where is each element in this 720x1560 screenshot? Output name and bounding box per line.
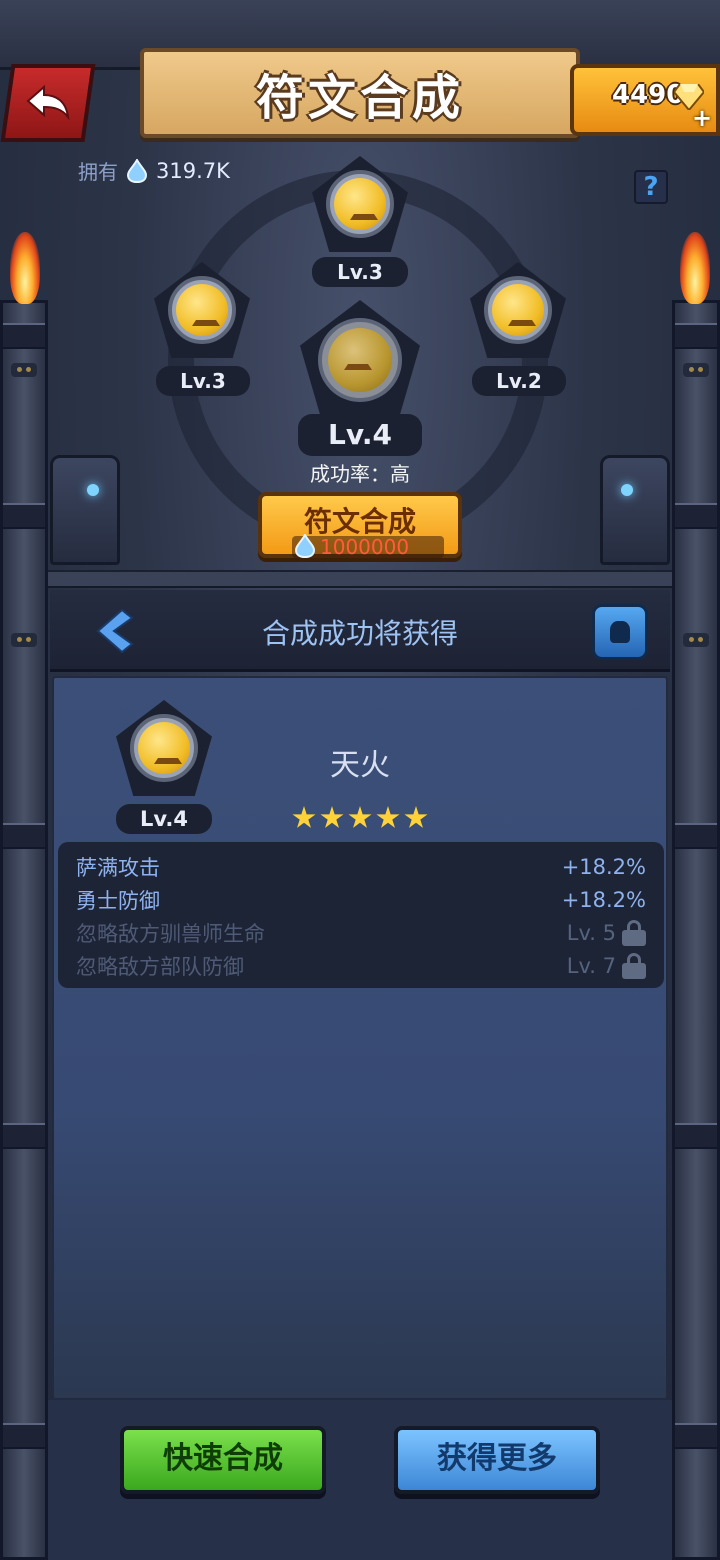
lock-icon xyxy=(622,952,646,979)
right-pillar xyxy=(672,300,720,1560)
rune-icon xyxy=(176,284,228,336)
back-button[interactable] xyxy=(0,64,96,142)
star-icon xyxy=(348,806,372,828)
star-icon xyxy=(320,806,344,828)
reward-panel-header: 合成成功将获得 xyxy=(50,590,670,672)
attribute-name: 勇士防御 xyxy=(76,888,160,913)
flame-icon xyxy=(680,232,710,304)
rune-compose-screen: 符文合成 4490 + 拥有 319.7K ? Lv.3 Lv.3 Lv.2 L… xyxy=(0,0,720,1560)
rune-slot-top[interactable] xyxy=(312,156,408,252)
lock-icon xyxy=(622,919,646,946)
attribute-value: +18.2% xyxy=(561,887,646,912)
owned-essence: 拥有 319.7K xyxy=(78,156,230,185)
reward-stars xyxy=(292,806,428,830)
reward-rune-icon xyxy=(116,700,212,796)
rune-result-level: Lv.4 xyxy=(298,414,422,456)
get-more-button[interactable]: 获得更多 xyxy=(394,1426,600,1494)
rune-slot-left-level: Lv.3 xyxy=(156,366,250,396)
page-title: 符文合成 xyxy=(255,70,464,126)
attribute-value: +18.2% xyxy=(561,854,646,879)
section-divider xyxy=(48,570,672,588)
rune-slot-right-level: Lv.2 xyxy=(472,366,566,396)
quick-compose-button[interactable]: 快速合成 xyxy=(120,1426,326,1494)
attribute-row: 勇士防御 +18.2% xyxy=(76,883,646,916)
rune-icon xyxy=(328,328,392,392)
add-gems-icon: + xyxy=(692,104,713,132)
attribute-list: 萨满攻击 +18.2% 勇士防御 +18.2% 忽略敌方驯兽师生命 Lv. 5 … xyxy=(58,842,664,988)
help-button[interactable]: ? xyxy=(634,170,668,204)
title-banner: 符文合成 xyxy=(140,48,580,138)
attribute-unlock-level: Lv. 7 xyxy=(567,952,646,979)
owned-label: 拥有 xyxy=(78,160,118,184)
owned-value: 319.7K xyxy=(156,158,230,183)
star-icon xyxy=(376,806,400,828)
rune-slot-left[interactable] xyxy=(154,262,250,358)
rune-icon xyxy=(492,284,544,336)
attribute-row: 萨满攻击 +18.2% xyxy=(76,850,646,883)
success-rate: 成功率：高 xyxy=(310,462,410,486)
rune-icon xyxy=(334,178,386,230)
essence-drop-icon xyxy=(126,158,148,183)
rune-slot-top-level: Lv.3 xyxy=(312,257,408,287)
attribute-row-locked: 忽略敌方部队防御 Lv. 7 xyxy=(76,949,646,982)
reward-rune-name: 天火 xyxy=(330,748,390,783)
attribute-unlock-level: Lv. 5 xyxy=(567,919,646,946)
star-icon xyxy=(404,806,428,828)
gem-counter[interactable]: 4490 + xyxy=(570,64,720,136)
rune-slot-right[interactable] xyxy=(470,262,566,358)
rune-result-slot[interactable] xyxy=(300,300,420,420)
left-pillar xyxy=(0,300,48,1560)
star-icon xyxy=(292,806,316,828)
flame-icon xyxy=(10,232,40,304)
essence-drop-icon xyxy=(294,534,316,558)
back-arrow-icon xyxy=(26,84,70,121)
attribute-row-locked: 忽略敌方驯兽师生命 Lv. 5 xyxy=(76,916,646,949)
compose-label: 符文合成 xyxy=(303,505,416,538)
reward-panel-title: 合成成功将获得 xyxy=(261,617,458,650)
attribute-name: 忽略敌方驯兽师生命 xyxy=(76,921,265,946)
rune-bag-icon[interactable] xyxy=(592,604,648,660)
rune-compose-button[interactable]: 符文合成 1000000 xyxy=(258,492,462,558)
reward-rune-level: Lv.4 xyxy=(116,804,212,834)
attribute-name: 萨满攻击 xyxy=(76,855,160,880)
attribute-name: 忽略敌方部队防御 xyxy=(76,954,244,979)
